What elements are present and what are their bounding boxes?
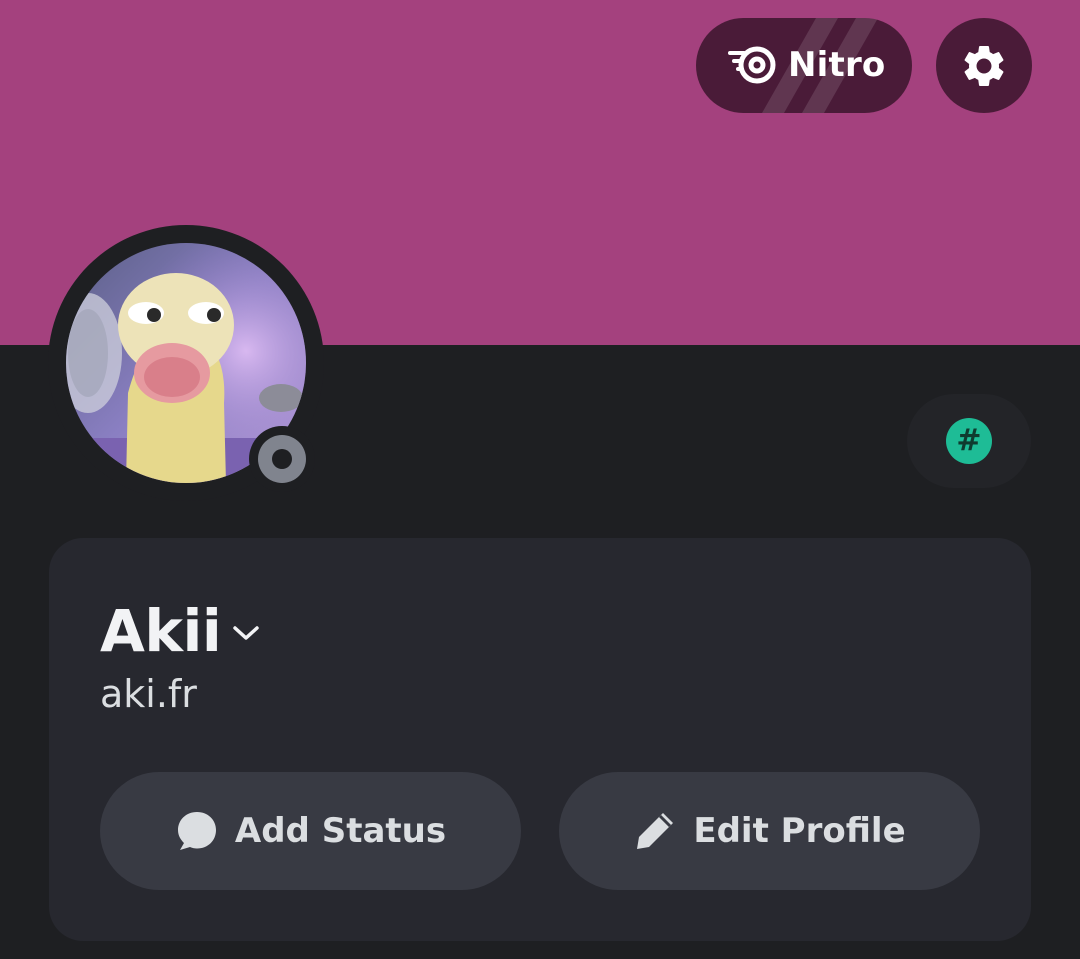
offline-status-icon [258,435,306,483]
status-indicator [249,426,315,492]
hashtag-icon: # [946,418,992,464]
nitro-button[interactable]: Nitro [696,18,912,113]
add-status-button[interactable]: Add Status [100,772,521,890]
edit-profile-button[interactable]: Edit Profile [559,772,980,890]
chevron-down-icon [233,626,259,640]
display-name: Akii [100,597,222,665]
nitro-icon [728,46,776,84]
display-name-row[interactable]: Akii [100,596,261,666]
gear-icon [964,45,1004,86]
edit-profile-label: Edit Profile [693,811,906,851]
badge-pill[interactable]: # [907,394,1031,488]
settings-button[interactable] [936,18,1032,113]
speech-bubble-icon [175,809,219,853]
pencil-icon [633,809,677,853]
add-status-label: Add Status [234,811,447,851]
username: aki.fr [100,672,197,716]
nitro-label: Nitro [788,45,886,85]
